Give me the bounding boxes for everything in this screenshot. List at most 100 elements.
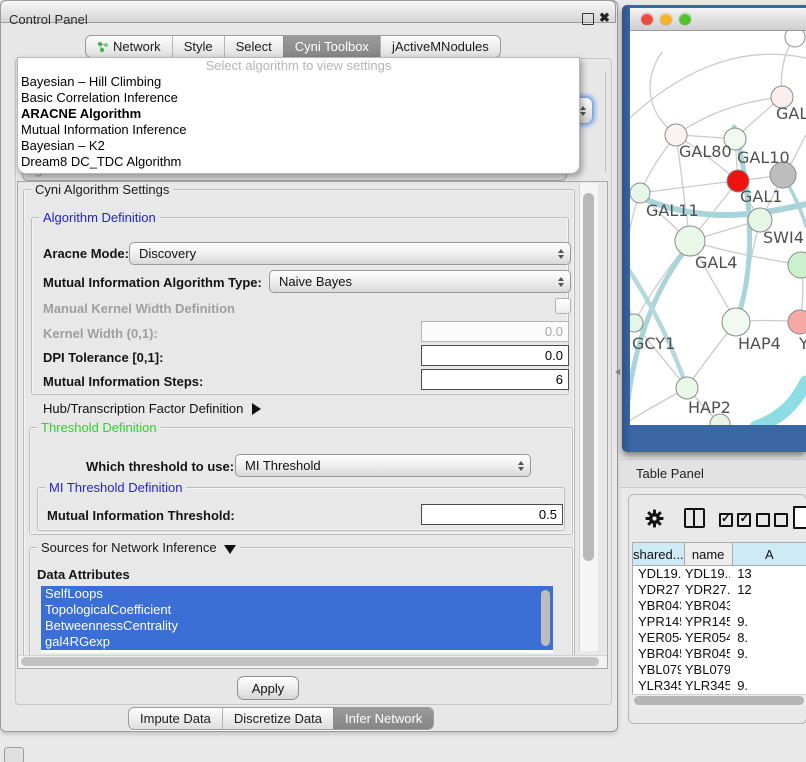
algorithm-option-basic-correlation-inference[interactable]: Basic Correlation Inference [18, 90, 579, 106]
table-cell[interactable]: 13 [730, 566, 806, 582]
table-cell[interactable]: YDL19... [681, 566, 730, 582]
close-window-icon[interactable]: ✖ [599, 10, 610, 26]
gear-icon[interactable] [644, 508, 665, 534]
split-columns-icon[interactable] [684, 508, 705, 528]
node-salmon-right[interactable] [788, 310, 806, 334]
algorithm-option-mutual-information-inference[interactable]: Mutual Information Inference [18, 122, 579, 138]
table-cell[interactable]: YDR27... [681, 582, 730, 598]
node-hap2[interactable] [676, 377, 698, 399]
column-header-name[interactable]: name [685, 543, 733, 565]
table-cell[interactable]: 12 [730, 582, 806, 598]
panel-divider-grip[interactable] [615, 369, 620, 375]
node-hap4[interactable] [722, 308, 750, 336]
node-top-partial[interactable] [785, 31, 805, 47]
apply-button[interactable]: Apply [237, 676, 299, 700]
table-row[interactable]: YDL19...YDL19...13 [633, 566, 806, 582]
table-cell[interactable]: YBR043C [681, 598, 730, 614]
table-cell[interactable]: 9. [730, 646, 806, 662]
kernel-width-field[interactable]: 0.0 [421, 321, 569, 342]
algorithm-option-dream8-dc-tdc-algorithm[interactable]: Dream8 DC_TDC Algorithm [18, 154, 579, 170]
table-cell[interactable]: YBR045C [681, 646, 730, 662]
table-row[interactable]: YER054CYER054C8. [633, 630, 806, 646]
tab-jactivemnodules[interactable]: jActiveMNodules [380, 36, 500, 57]
table-horizontal-scrollbar-thumb[interactable] [634, 696, 804, 705]
table-cell[interactable]: YLR345W [633, 678, 681, 694]
attribute-item-topologicalcoefficient[interactable]: TopologicalCoefficient [41, 602, 553, 618]
table-file-icon[interactable] [793, 506, 806, 529]
tab-select[interactable]: Select [224, 36, 283, 57]
manual-kernel-width-checkbox[interactable] [555, 298, 571, 314]
network-edge[interactable] [756, 382, 806, 425]
table-cell[interactable]: YER054C [633, 630, 681, 646]
tab-style[interactable]: Style [172, 36, 224, 57]
network-edge[interactable] [650, 52, 676, 135]
network-canvas[interactable]: GAL7GAL80GAL10GAL1GAL11SWI4GAL4GCY1HAP4Y… [630, 31, 806, 425]
dpi-tolerance-field[interactable]: 0.0 [421, 345, 569, 366]
mi-threshold-field[interactable]: 0.5 [421, 504, 563, 525]
minimize-traffic-light-icon[interactable] [660, 13, 672, 25]
table-cell[interactable] [730, 598, 806, 614]
zoom-traffic-light-icon[interactable] [679, 13, 691, 25]
mi-steps-field[interactable]: 6 [421, 369, 569, 390]
algorithm-option-bayesian-k2[interactable]: Bayesian – K2 [18, 138, 579, 154]
table-row[interactable]: YBR045CYBR045C9. [633, 646, 806, 662]
table-cell[interactable]: YBL079W [681, 662, 730, 678]
close-traffic-light-icon[interactable] [641, 13, 653, 25]
sources-title[interactable]: Sources for Network Inference [37, 540, 240, 555]
algorithm-option-bayesian-hill-climbing[interactable]: Bayesian – Hill Climbing [18, 74, 579, 90]
table-cell[interactable] [730, 662, 806, 678]
table-row[interactable]: YPR145WYPR145W9. [633, 614, 806, 630]
table-row[interactable]: YDR27...YDR27...12 [633, 582, 806, 598]
tab-infer-network[interactable]: Infer Network [333, 708, 433, 729]
table-cell[interactable]: YPR145W [681, 614, 730, 630]
table-cell[interactable]: 9. [730, 678, 806, 694]
deselect-all-checks-icon[interactable] [756, 513, 788, 532]
table-cell[interactable]: YBR045C [633, 646, 681, 662]
dock-mini-button[interactable] [4, 747, 24, 762]
table-cell[interactable]: 8. [730, 630, 806, 646]
table-cell[interactable]: YPR145W [633, 614, 681, 630]
table-row[interactable]: YLR345WYLR345W9. [633, 678, 806, 694]
data-attributes-list[interactable]: SelfLoopsTopologicalCoefficientBetweenne… [41, 586, 553, 653]
tab-impute-data[interactable]: Impute Data [129, 708, 222, 729]
tab-network[interactable]: Network [86, 36, 172, 57]
network-edge[interactable] [630, 193, 640, 323]
table-cell[interactable]: YLR345W [681, 678, 730, 694]
node-gal4[interactable] [675, 226, 705, 256]
attributes-list-scrollbar[interactable] [541, 590, 550, 646]
table-row[interactable]: YBR043CYBR043C [633, 598, 806, 614]
table-cell[interactable]: YBL079W [633, 662, 681, 678]
network-view[interactable]: GAL7GAL80GAL10GAL1GAL11SWI4GAL4GCY1HAP4Y… [630, 31, 806, 425]
attribute-item-selfloops[interactable]: SelfLoops [41, 586, 553, 602]
tab-discretize-data[interactable]: Discretize Data [222, 708, 333, 729]
node-green-right[interactable] [788, 252, 806, 278]
settings-horizontal-scrollbar-thumb[interactable] [21, 657, 599, 666]
hub-tf-definition-toggle[interactable]: Hub/Transcription Factor Definition [43, 401, 261, 416]
which-threshold-combo[interactable]: MI Threshold [235, 454, 531, 477]
column-header-a[interactable]: A [733, 543, 806, 565]
collapse-down-icon [224, 545, 236, 554]
tab-cyni-toolbox[interactable]: Cyni Toolbox [283, 36, 380, 57]
control-panel-titlebar[interactable] [0, 0, 616, 23]
aracne-mode-combo[interactable]: Discovery [129, 242, 571, 265]
column-header-shared[interactable]: shared... [633, 543, 685, 565]
mi-algorithm-type-label: Mutual Information Algorithm Type: [43, 275, 262, 290]
select-all-checks-icon[interactable] [719, 513, 751, 532]
table-cell[interactable]: 9. [730, 614, 806, 630]
node-gcy1[interactable] [630, 314, 643, 332]
table-row[interactable]: YBL079WYBL079W [633, 662, 806, 678]
network-edge[interactable] [640, 181, 738, 193]
float-window-icon[interactable] [582, 13, 594, 25]
table-cell[interactable]: YBR043C [633, 598, 681, 614]
settings-vertical-scrollbar-thumb[interactable] [583, 193, 594, 561]
algorithm-popup-placeholder: Select algorithm to view settings [18, 58, 579, 74]
table-cell[interactable]: YDL19... [633, 566, 681, 582]
attribute-item-gal4rgexp[interactable]: gal4RGexp [41, 634, 553, 650]
algorithm-option-aracne-algorithm[interactable]: ARACNE Algorithm [18, 106, 579, 122]
table-cell[interactable]: YDR27... [633, 582, 681, 598]
network-window-titlebar[interactable] [630, 8, 806, 31]
attribute-item-betweennesscentrality[interactable]: BetweennessCentrality [41, 618, 553, 634]
mi-algorithm-type-combo[interactable]: Naive Bayes [269, 270, 571, 293]
node-gal11[interactable] [630, 183, 650, 203]
table-cell[interactable]: YER054C [681, 630, 730, 646]
